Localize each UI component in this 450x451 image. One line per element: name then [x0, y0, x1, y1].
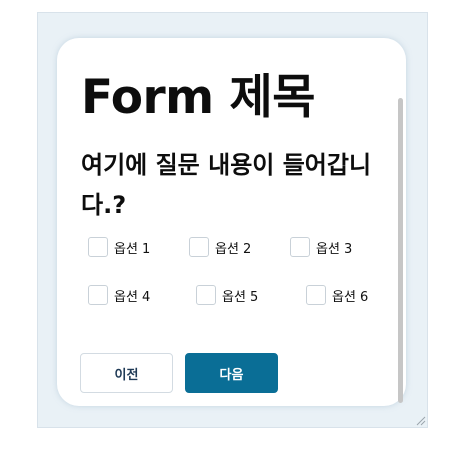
- option-4-checkbox[interactable]: [88, 285, 108, 305]
- question-text: 여기에 질문 내용이 들어갑니다.?: [81, 151, 372, 219]
- option-5-checkbox[interactable]: [196, 285, 216, 305]
- option-6[interactable]: 옵션 6: [306, 285, 368, 305]
- option-6-checkbox[interactable]: [306, 285, 326, 305]
- option-3-label: 옵션 3: [316, 241, 353, 257]
- vertical-scrollbar[interactable]: [398, 98, 403, 403]
- option-5-label: 옵션 5: [222, 289, 259, 305]
- option-2-checkbox[interactable]: [189, 237, 209, 257]
- resize-grip-icon[interactable]: [414, 414, 426, 426]
- option-5[interactable]: 옵션 5: [196, 285, 258, 305]
- next-button[interactable]: 다음: [185, 353, 278, 393]
- option-4[interactable]: 옵션 4: [88, 285, 150, 305]
- option-3-checkbox[interactable]: [290, 237, 310, 257]
- prev-button[interactable]: 이전: [80, 353, 173, 393]
- option-4-label: 옵션 4: [114, 289, 151, 305]
- option-3[interactable]: 옵션 3: [290, 237, 352, 257]
- option-1-label: 옵션 1: [114, 241, 151, 257]
- option-2-label: 옵션 2: [215, 241, 252, 257]
- form-title: Form 제목: [81, 70, 316, 125]
- option-2[interactable]: 옵션 2: [189, 237, 251, 257]
- option-1[interactable]: 옵션 1: [88, 237, 150, 257]
- option-6-label: 옵션 6: [332, 289, 369, 305]
- option-1-checkbox[interactable]: [88, 237, 108, 257]
